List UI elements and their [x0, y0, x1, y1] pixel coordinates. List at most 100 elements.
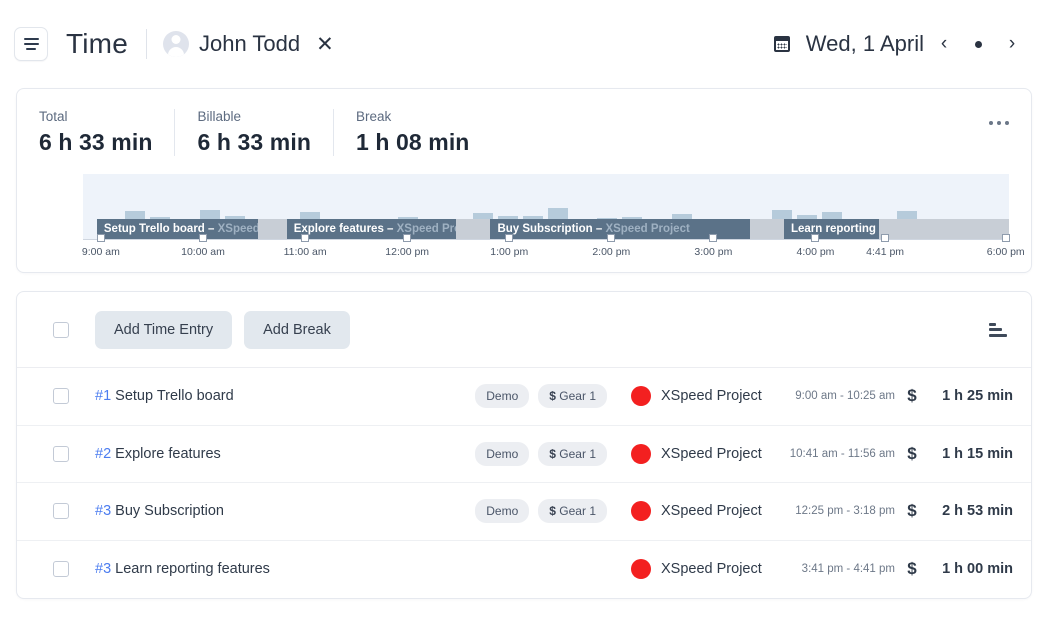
summary-stats: Total 6 h 33 min Billable 6 h 33 min Bre…	[39, 109, 1009, 156]
row-checkbox[interactable]	[53, 561, 69, 577]
time-entries-card: Add Time Entry Add Break #1 Setup Trello…	[16, 291, 1032, 599]
tag-badge[interactable]: $ Gear 1	[538, 442, 607, 466]
timeline-tick	[1002, 234, 1010, 242]
calendar-icon[interactable]	[774, 36, 790, 52]
time-tracking-page: Time John Todd ✕ Wed, 1 April ‹ › Total …	[0, 0, 1048, 640]
entry-duration: 2 h 53 min	[929, 503, 1013, 519]
page-title: Time	[66, 28, 128, 60]
entry-time-range: 12:25 pm - 3:18 pm	[783, 505, 895, 517]
current-date[interactable]: Wed, 1 April	[806, 31, 924, 57]
row-checkbox[interactable]	[53, 388, 69, 404]
avatar	[163, 31, 189, 57]
entry-duration: 1 h 15 min	[929, 446, 1013, 462]
entry-number[interactable]: #2	[95, 446, 111, 462]
next-day-button[interactable]: ›	[998, 28, 1026, 60]
add-time-entry-button[interactable]: Add Time Entry	[95, 311, 232, 349]
timeline-tick-label: 1:00 pm	[490, 246, 528, 258]
project-cell[interactable]: XSpeed Project	[631, 501, 783, 521]
table-row[interactable]: #3 Buy Subscription Demo $ Gear 1 XSpeed Pr…	[17, 483, 1031, 541]
timeline-tick-label: 4:41 pm	[866, 246, 904, 258]
entry-number[interactable]: #3	[95, 561, 111, 577]
timeline-entry-segment[interactable]: Learn reporting features	[784, 219, 879, 239]
entry-number[interactable]: #1	[95, 388, 111, 404]
stat-label: Billable	[197, 109, 310, 124]
project-color-dot	[631, 559, 651, 579]
project-color-dot	[631, 444, 651, 464]
row-checkbox[interactable]	[53, 446, 69, 462]
entries-toolbar: Add Time Entry Add Break	[17, 292, 1031, 368]
entry-tags: Demo $ Gear 1	[475, 442, 607, 466]
entry-tags: Demo $ Gear 1	[475, 384, 607, 408]
timeline-tick	[881, 234, 889, 242]
billable-dollar-icon[interactable]: $	[895, 501, 929, 521]
table-row[interactable]: #3 Learn reporting features XSpeed Projec…	[17, 541, 1031, 599]
page-header: Time John Todd ✕ Wed, 1 April ‹ ›	[0, 0, 1048, 88]
timeline-segment-label: Explore features – XSpeed Project	[287, 219, 456, 239]
stat-label: Break	[356, 109, 469, 124]
billable-dollar-icon[interactable]: $	[895, 559, 929, 579]
project-color-dot	[631, 501, 651, 521]
summary-card: Total 6 h 33 min Billable 6 h 33 min Bre…	[16, 88, 1032, 273]
timeline-tick-label: 9:00 am	[82, 246, 120, 258]
entry-duration: 1 h 25 min	[929, 388, 1013, 404]
hamburger-menu-icon[interactable]	[14, 27, 48, 61]
entry-title[interactable]: #3 Learn reporting features	[95, 561, 270, 577]
date-navigator: Wed, 1 April ‹ ›	[774, 28, 1026, 60]
tag-badge[interactable]: Demo	[475, 442, 529, 466]
timeline-tick	[709, 234, 717, 242]
entry-title[interactable]: #2 Explore features	[95, 446, 221, 462]
tag-badge[interactable]: Demo	[475, 384, 529, 408]
activity-timeline-chart: Setup Trello board – XSpeed Project Explo…	[39, 174, 1009, 266]
timeline-entry-strip: Setup Trello board – XSpeed Project Explo…	[83, 219, 1009, 239]
stat-label: Total	[39, 109, 152, 124]
timeline-entry-segment[interactable]: Setup Trello board – XSpeed Project	[97, 219, 258, 239]
stat-value: 6 h 33 min	[197, 129, 310, 156]
table-row[interactable]: #1 Setup Trello board Demo $ Gear 1 XSpeed …	[17, 368, 1031, 426]
dollar-icon: $	[549, 389, 556, 403]
dollar-icon: $	[549, 447, 556, 461]
stat-break: Break 1 h 08 min	[333, 109, 491, 156]
previous-day-button[interactable]: ‹	[930, 28, 958, 60]
entry-duration: 1 h 00 min	[929, 561, 1013, 577]
tag-badge[interactable]: $ Gear 1	[538, 384, 607, 408]
timeline-entry-segment[interactable]: Explore features – XSpeed Project	[287, 219, 456, 239]
entry-number[interactable]: #3	[95, 503, 111, 519]
time-entry-list: #1 Setup Trello board Demo $ Gear 1 XSpeed …	[17, 368, 1031, 598]
timeline-tick	[301, 234, 309, 242]
timeline-segment-label: Learn reporting features	[784, 219, 879, 239]
sort-bars-icon[interactable]	[983, 317, 1013, 343]
entry-time-range: 3:41 pm - 4:41 pm	[783, 563, 895, 575]
billable-dollar-icon[interactable]: $	[895, 444, 929, 464]
tag-badge[interactable]: $ Gear 1	[538, 499, 607, 523]
stat-total: Total 6 h 33 min	[39, 109, 174, 156]
project-name: XSpeed Project	[661, 503, 762, 519]
timeline-tick-label: 11:00 am	[284, 246, 327, 258]
project-cell[interactable]: XSpeed Project	[631, 559, 783, 579]
entry-title[interactable]: #3 Buy Subscription	[95, 503, 224, 519]
stat-value: 6 h 33 min	[39, 129, 152, 156]
project-cell[interactable]: XSpeed Project	[631, 386, 783, 406]
user-filter-chip[interactable]: John Todd	[163, 31, 300, 57]
timeline-tick	[403, 234, 411, 242]
timeline-gap-segment	[750, 219, 784, 239]
timeline-segment-label: Setup Trello board – XSpeed Project	[97, 219, 258, 239]
today-button[interactable]	[964, 41, 992, 48]
add-break-button[interactable]: Add Break	[244, 311, 350, 349]
project-cell[interactable]: XSpeed Project	[631, 444, 783, 464]
timeline-gap-segment	[879, 219, 1009, 239]
timeline-tick	[199, 234, 207, 242]
close-icon[interactable]: ✕	[316, 34, 334, 55]
select-all-checkbox[interactable]	[53, 322, 69, 338]
timeline-tick	[811, 234, 819, 242]
entry-title[interactable]: #1 Setup Trello board	[95, 388, 234, 404]
kebab-menu-icon[interactable]	[985, 117, 1013, 129]
project-name: XSpeed Project	[661, 388, 762, 404]
user-name: John Todd	[199, 31, 300, 57]
project-name: XSpeed Project	[661, 446, 762, 462]
stat-billable: Billable 6 h 33 min	[174, 109, 332, 156]
tag-badge[interactable]: Demo	[475, 499, 529, 523]
table-row[interactable]: #2 Explore features Demo $ Gear 1 XSpeed Pr…	[17, 426, 1031, 484]
timeline-gap-segment	[456, 219, 490, 239]
row-checkbox[interactable]	[53, 503, 69, 519]
billable-dollar-icon[interactable]: $	[895, 386, 929, 406]
